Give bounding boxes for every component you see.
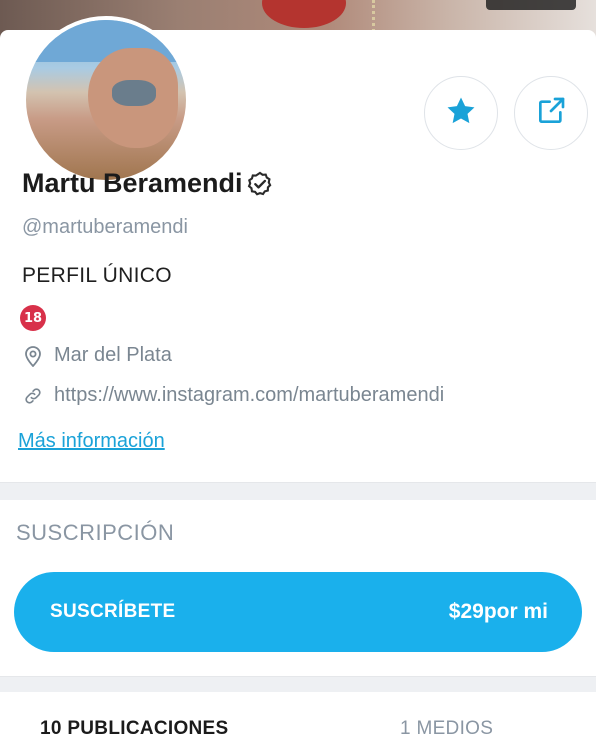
location-pin-icon (22, 345, 44, 367)
section-divider (0, 482, 596, 501)
avatar-swimsuit (112, 80, 156, 106)
website-link[interactable]: https://www.instagram.com/martuberamendi (54, 384, 444, 407)
subscription-price: $29por mi (448, 600, 548, 623)
cover-lips-graphic (262, 0, 346, 28)
profile-handle: @martuberamendi (22, 216, 188, 238)
subscribe-button-label: SUSCRÍBETE (50, 601, 176, 622)
content-tabs: 10 PUBLICACIONES 1 MEDIOS (0, 692, 596, 742)
tab-media[interactable]: 1 MEDIOS (400, 718, 493, 740)
avatar[interactable] (22, 16, 190, 184)
profile-bio: PERFIL ÚNICO (22, 264, 172, 287)
profile-card: Martu Beramendi @martuberamendi PERFIL Ú… (0, 16, 596, 482)
profile-name-text: Martu Beramendi (22, 168, 243, 198)
star-icon (444, 94, 478, 133)
share-button[interactable] (514, 76, 588, 150)
more-info-link[interactable]: Más información (18, 430, 165, 453)
adult-18-badge: 18 (20, 305, 46, 331)
location-row: Mar del Plata (22, 344, 172, 367)
location-text: Mar del Plata (54, 344, 172, 366)
subscription-section: SUSCRIPCIÓN SUSCRÍBETE $29por mi (0, 500, 596, 676)
profile-name: Martu Beramendi (22, 168, 274, 199)
favorite-button[interactable] (424, 76, 498, 150)
tab-posts[interactable]: 10 PUBLICACIONES (40, 718, 229, 740)
website-row[interactable]: https://www.instagram.com/martuberamendi (22, 384, 444, 407)
section-divider (0, 676, 596, 693)
share-icon (535, 95, 567, 132)
link-icon (22, 386, 44, 406)
subscribe-button[interactable]: SUSCRÍBETE $29por mi (14, 572, 582, 652)
status-bar (486, 0, 576, 10)
verified-icon (246, 170, 274, 198)
subscription-title: SUSCRIPCIÓN (16, 520, 175, 545)
